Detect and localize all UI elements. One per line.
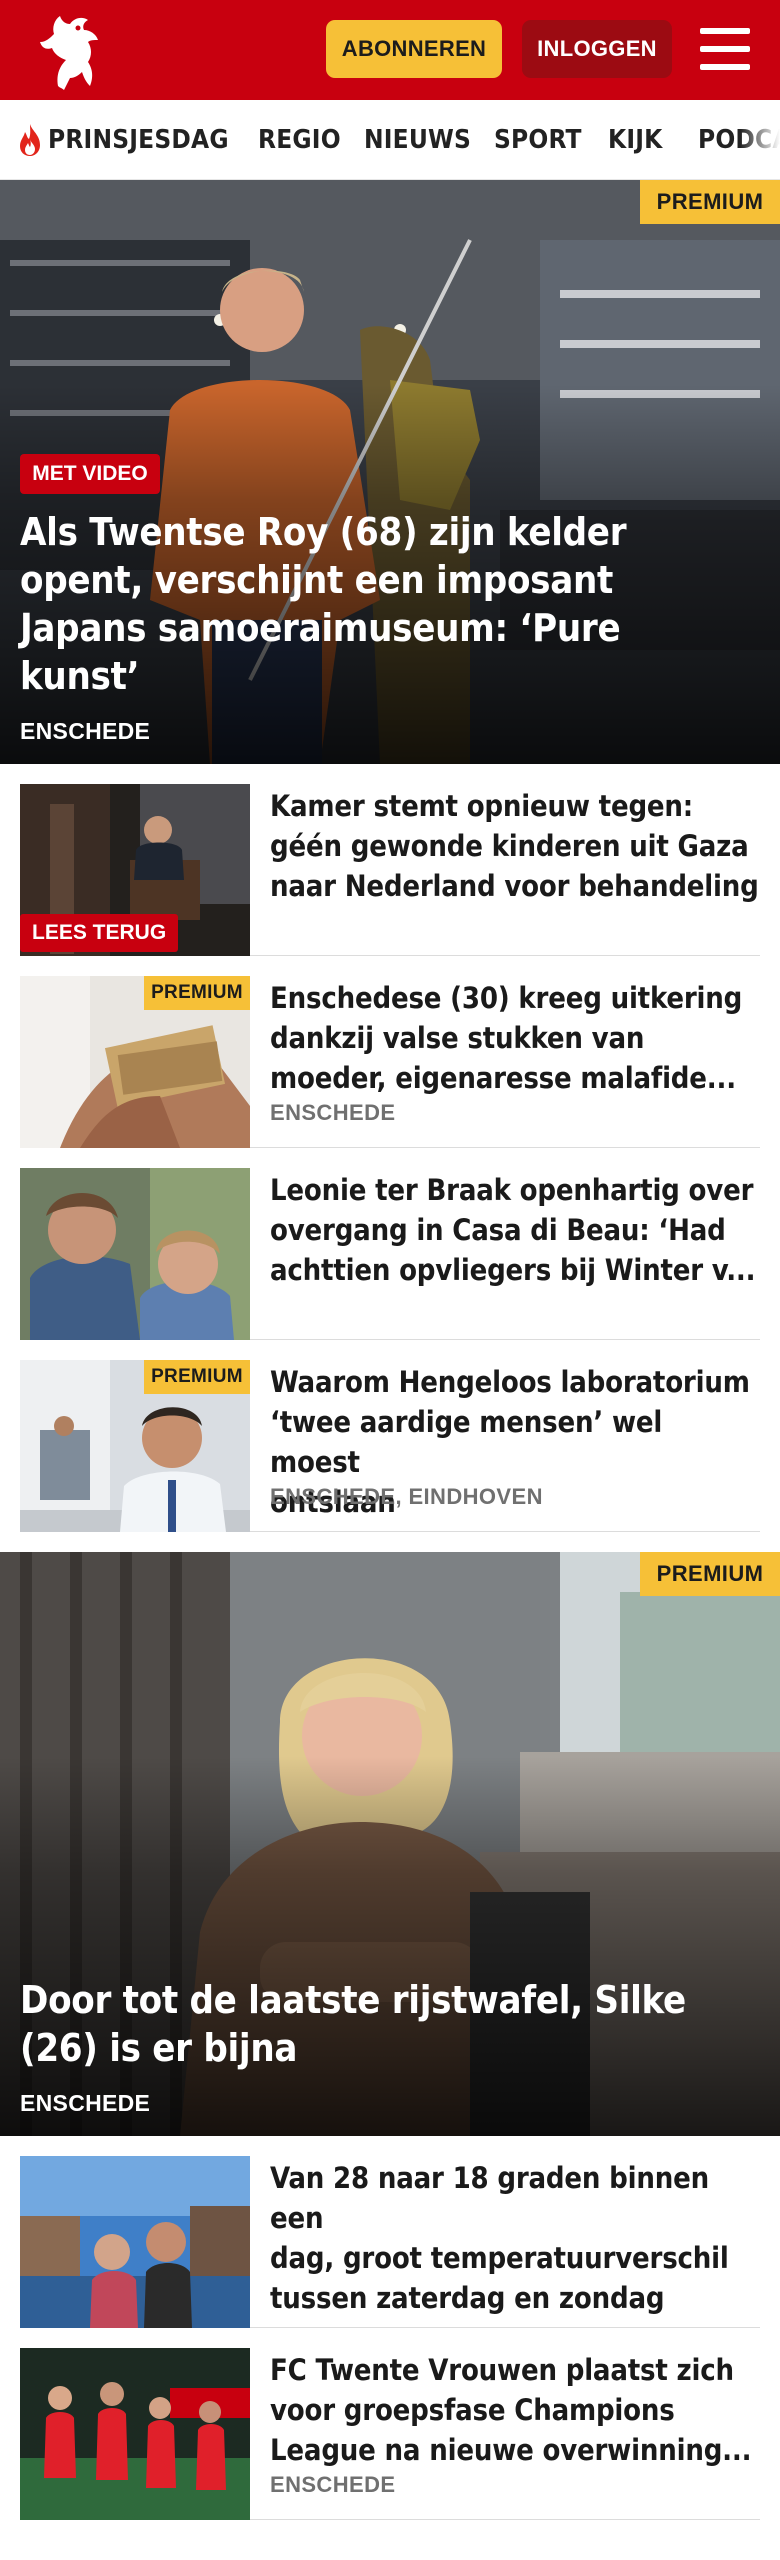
nav-fade bbox=[740, 100, 780, 179]
premium-badge: PREMIUM bbox=[640, 1552, 780, 1596]
title-line: Leonie ter Braak openhartig over bbox=[270, 1173, 754, 1207]
list-item[interactable]: Van 28 naar 18 graden binnen een dag, gr… bbox=[20, 2156, 760, 2328]
article-thumbnail bbox=[20, 2348, 250, 2520]
article-title[interactable]: Kamer stemt opnieuw tegen: géén gewonde … bbox=[270, 786, 760, 906]
section-nav: PRINSJESDAG REGIO NIEUWS SPORT KIJK PODC… bbox=[0, 100, 780, 180]
article-title[interactable]: Van 28 naar 18 graden binnen een dag, gr… bbox=[270, 2158, 760, 2318]
article-thumbnail: LEES TERUG bbox=[20, 784, 250, 956]
login-button[interactable]: INLOGGEN bbox=[522, 20, 672, 78]
subscribe-button[interactable]: ABONNEREN bbox=[326, 20, 502, 78]
hero-location: ENSCHEDE bbox=[20, 718, 151, 744]
list-item[interactable]: FC Twente Vrouwen plaatst zich voor groe… bbox=[20, 2348, 760, 2520]
hero-title-line: kunst’ bbox=[20, 654, 140, 698]
video-badge: MET VIDEO bbox=[20, 454, 160, 494]
list-item[interactable]: Leonie ter Braak openhartig over overgan… bbox=[20, 1168, 760, 1340]
nav-item-regio[interactable]: REGIO bbox=[258, 100, 341, 179]
article-thumbnail bbox=[20, 1168, 250, 1340]
article-location: ENSCHEDE, EINDHOVEN bbox=[270, 1484, 543, 1509]
hero-title[interactable]: Als Twentse Roy (68) zijn kelder opent, … bbox=[20, 508, 627, 700]
hero-title-line: Als Twentse Roy (68) zijn kelder bbox=[20, 510, 627, 554]
article-title[interactable]: Leonie ter Braak openhartig over overgan… bbox=[270, 1170, 760, 1290]
article-location: ENSCHEDE bbox=[270, 2472, 396, 2497]
article-title[interactable]: FC Twente Vrouwen plaatst zich voor groe… bbox=[270, 2350, 760, 2470]
title-line: géén gewonde kinderen uit Gaza bbox=[270, 829, 749, 863]
title-line: Waarom Hengeloos laboratorium bbox=[270, 1365, 750, 1399]
title-line: dag, groot temperatuurverschil bbox=[270, 2241, 729, 2275]
title-line: achttien opvliegers bij Winter v... bbox=[270, 1253, 756, 1287]
article-title[interactable]: Enschedese (30) kreeg uitkering dankzij … bbox=[270, 978, 760, 1098]
list-item[interactable]: PREMIUM Enschedese (30) kreeg uitkering … bbox=[20, 976, 760, 1148]
hero-title[interactable]: Door tot de laatste rijstwafel, Silke (2… bbox=[20, 1976, 686, 2072]
title-line: voor groepsfase Champions bbox=[270, 2393, 675, 2427]
hero-title-line: Japans samoeraimuseum: ‘Pure bbox=[20, 606, 621, 650]
title-line: Kamer stemt opnieuw tegen: bbox=[270, 789, 694, 823]
premium-badge: PREMIUM bbox=[144, 976, 250, 1010]
title-line: tussen zaterdag en zondag bbox=[270, 2281, 665, 2315]
hero-title-line: Door tot de laatste rijstwafel, Silke bbox=[20, 1978, 686, 2022]
title-line: ‘twee aardige mensen’ wel moest bbox=[270, 1405, 663, 1479]
title-line: moeder, eigenaresse malafide... bbox=[270, 1061, 736, 1095]
nav-label-prinsjesdag: PRINSJESDAG bbox=[48, 125, 229, 155]
title-line: League na nieuwe overwinning... bbox=[270, 2433, 752, 2467]
hero-article-silke[interactable]: PREMIUM Door tot de laatste rijstwafel, … bbox=[0, 1552, 780, 2136]
hero-title-line: opent, verschijnt een imposant bbox=[20, 558, 614, 602]
hero-title-line: (26) is er bijna bbox=[20, 2026, 298, 2070]
premium-badge: PREMIUM bbox=[640, 180, 780, 224]
title-line: dankzij valse stukken van bbox=[270, 1021, 645, 1055]
premium-badge: PREMIUM bbox=[144, 1360, 250, 1394]
nav-item-kijk[interactable]: KIJK bbox=[608, 100, 662, 179]
title-line: Van 28 naar 18 graden binnen een bbox=[270, 2161, 709, 2235]
nav-item-sport[interactable]: SPORT bbox=[494, 100, 582, 179]
hero-article-samurai[interactable]: PREMIUM MET VIDEO Als Twentse Roy (68) z… bbox=[0, 180, 780, 764]
list-item[interactable]: LEES TERUG Kamer stemt opnieuw tegen: gé… bbox=[20, 784, 760, 956]
article-thumbnail: PREMIUM bbox=[20, 1360, 250, 1532]
top-bar: ABONNEREN INLOGGEN bbox=[0, 0, 780, 100]
article-thumbnail: PREMIUM bbox=[20, 976, 250, 1148]
tubantia-horse-logo-icon[interactable] bbox=[28, 8, 114, 94]
nav-item-nieuws[interactable]: NIEUWS bbox=[364, 100, 471, 179]
article-thumbnail bbox=[20, 2156, 250, 2328]
flame-icon bbox=[20, 124, 40, 156]
title-line: Enschedese (30) kreeg uitkering bbox=[270, 981, 743, 1015]
list-item[interactable]: PREMIUM Waarom Hengeloos laboratorium ‘t… bbox=[20, 1360, 760, 1532]
hero-location: ENSCHEDE bbox=[20, 2090, 151, 2116]
menu-icon[interactable] bbox=[696, 24, 756, 74]
read-back-badge: LEES TERUG bbox=[20, 914, 179, 952]
nav-item-prinsjesdag[interactable]: PRINSJESDAG bbox=[16, 100, 229, 179]
title-line: overgang in Casa di Beau: ‘Had bbox=[270, 1213, 726, 1247]
title-line: naar Nederland voor behandeling bbox=[270, 869, 759, 903]
article-location: ENSCHEDE bbox=[270, 1100, 396, 1125]
title-line: FC Twente Vrouwen plaatst zich bbox=[270, 2353, 734, 2387]
